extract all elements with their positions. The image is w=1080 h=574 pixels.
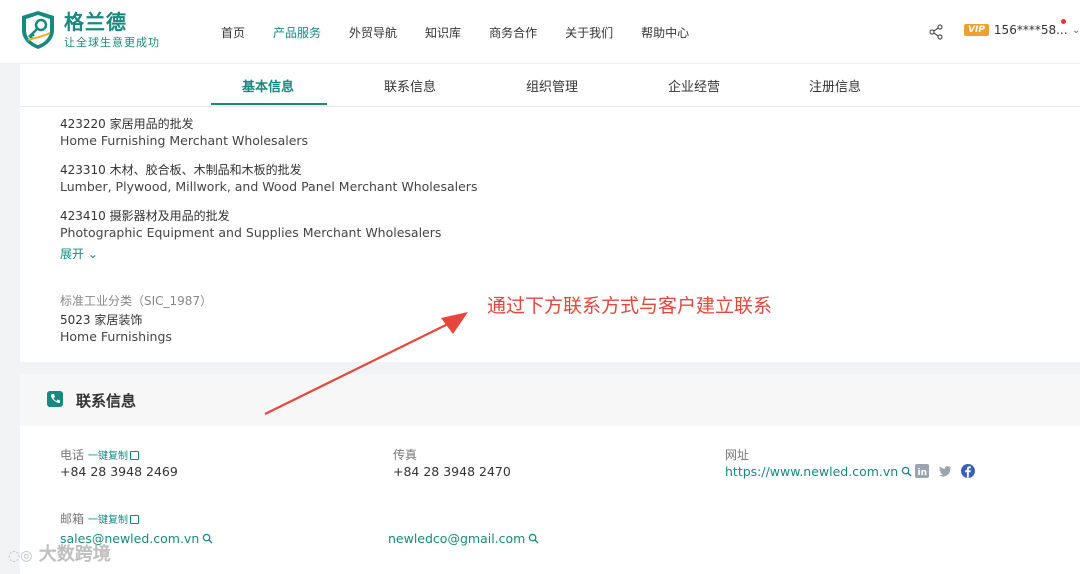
annotation-text: 通过下方联系方式与客户建立联系 (487, 295, 773, 317)
watermark-logo-icon: ◌◎ (8, 548, 33, 564)
watermark-text: 大数跨境 (38, 544, 111, 565)
watermark: ◌◎ 大数跨境 (8, 540, 111, 566)
annotation-arrow (264, 312, 468, 415)
